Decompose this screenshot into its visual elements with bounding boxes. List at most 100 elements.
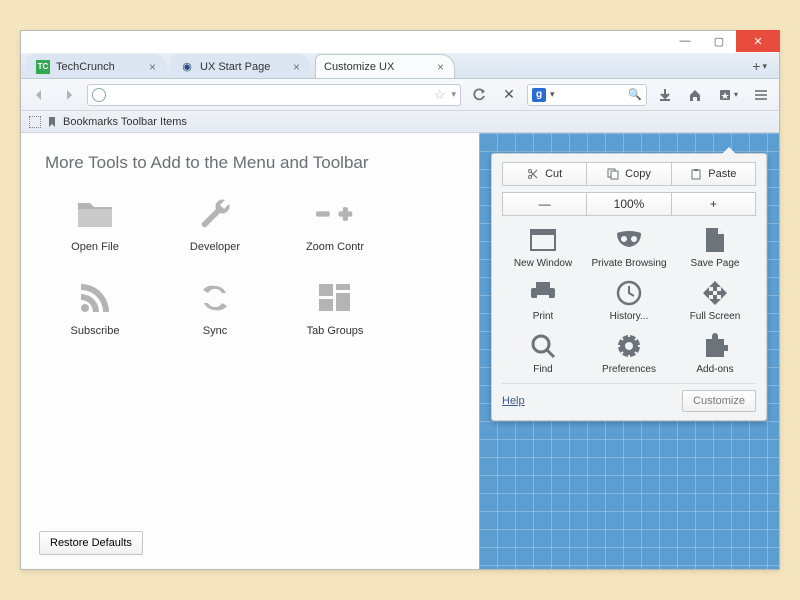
tab-close-icon[interactable]: × <box>437 60 444 74</box>
cut-button[interactable]: Cut <box>502 162 587 186</box>
window-icon <box>529 226 557 254</box>
menu-label: Save Page <box>691 258 740 269</box>
back-button[interactable] <box>27 83 51 107</box>
page-icon <box>701 226 729 254</box>
new-tab-button[interactable]: + ▾ <box>746 54 773 78</box>
printer-icon <box>529 279 557 307</box>
customize-content: More Tools to Add to the Menu and Toolba… <box>21 133 779 569</box>
gear-icon <box>615 332 643 360</box>
menu-panel-target: Cut Copy Paste — 100% + <box>479 133 779 569</box>
tab-label: TechCrunch <box>56 61 115 73</box>
menu-print[interactable]: Print <box>502 279 584 322</box>
url-dropdown-icon[interactable]: ▾ <box>451 89 456 100</box>
browser-window: — ▢ ✕ TC TechCrunch × ◉ UX Start Page × … <box>20 30 780 570</box>
menu-label: Private Browsing <box>591 258 666 269</box>
zoom-controls-icon <box>316 197 354 231</box>
search-icon[interactable]: 🔍 <box>628 88 642 101</box>
tool-label: Tab Groups <box>307 325 364 337</box>
tool-label: Sync <box>203 325 227 337</box>
menu-preferences[interactable]: Preferences <box>588 332 670 375</box>
tab-close-icon[interactable]: × <box>149 60 156 74</box>
zoom-out-button[interactable]: — <box>502 192 587 216</box>
bookmark-star-icon[interactable]: ☆ <box>434 87 446 103</box>
zoom-level-display: 100% <box>587 192 671 216</box>
globe-icon <box>92 88 106 102</box>
menu-new-window[interactable]: New Window <box>502 226 584 269</box>
window-minimize-button[interactable]: — <box>668 31 702 51</box>
stop-button[interactable]: ✕ <box>497 83 521 107</box>
tool-developer[interactable]: Developer <box>165 197 265 253</box>
menu-history[interactable]: History... <box>588 279 670 322</box>
window-close-button[interactable]: ✕ <box>736 30 780 52</box>
tool-open-file[interactable]: Open File <box>45 197 145 253</box>
puzzle-icon <box>701 332 729 360</box>
search-icon <box>529 332 557 360</box>
nav-toolbar: ☆ ▾ ✕ g ▾ 🔍 ▾ <box>21 79 779 111</box>
tab-close-icon[interactable]: × <box>293 60 300 74</box>
tab-customize-ux[interactable]: Customize UX × <box>315 54 455 78</box>
favicon-ux-start: ◉ <box>180 60 194 74</box>
search-engine-icon[interactable]: g <box>532 88 546 102</box>
bookmark-icon <box>47 117 57 127</box>
downloads-button[interactable] <box>653 83 677 107</box>
copy-button[interactable]: Copy <box>587 162 671 186</box>
bookmarks-toolbar[interactable]: Bookmarks Toolbar Items <box>21 111 779 133</box>
scissors-icon <box>527 168 539 180</box>
tab-label: Customize UX <box>324 61 394 73</box>
menu-label: Print <box>533 311 554 322</box>
chevron-down-icon: ▾ <box>734 90 738 99</box>
window-titlebar: — ▢ ✕ <box>21 31 779 53</box>
bookmarks-toolbar-icon <box>29 116 41 128</box>
copy-icon <box>607 168 619 180</box>
tool-zoom-controls[interactable]: Zoom Contr <box>285 197 385 253</box>
bookmarks-menu-button[interactable]: ▾ <box>713 83 743 107</box>
paste-label: Paste <box>708 168 736 180</box>
tab-groups-icon <box>316 281 354 315</box>
menu-label: New Window <box>514 258 572 269</box>
tool-label: Subscribe <box>71 325 120 337</box>
tool-label: Zoom Contr <box>306 241 364 253</box>
plus-icon: + <box>752 58 760 74</box>
tool-label: Open File <box>71 241 119 253</box>
clock-icon <box>615 279 643 307</box>
wrench-icon <box>196 197 234 231</box>
help-link[interactable]: Help <box>502 395 525 407</box>
sync-icon <box>196 281 234 315</box>
customize-button[interactable]: Customize <box>682 390 756 412</box>
tab-techcrunch[interactable]: TC TechCrunch × <box>27 54 167 78</box>
reload-button[interactable] <box>467 83 491 107</box>
tool-label: Developer <box>190 241 240 253</box>
menu-private-browsing[interactable]: Private Browsing <box>588 226 670 269</box>
restore-defaults-button[interactable]: Restore Defaults <box>39 531 143 555</box>
menu-label: History... <box>610 311 649 322</box>
zoom-in-button[interactable]: + <box>672 192 756 216</box>
menu-panel: Cut Copy Paste — 100% + <box>491 153 767 421</box>
menu-save-page[interactable]: Save Page <box>674 226 756 269</box>
tab-strip: TC TechCrunch × ◉ UX Start Page × Custom… <box>21 53 779 79</box>
url-bar[interactable]: ☆ ▾ <box>87 84 461 106</box>
tab-label: UX Start Page <box>200 61 270 73</box>
forward-button[interactable] <box>57 83 81 107</box>
favicon-techcrunch: TC <box>36 60 50 74</box>
tool-sync[interactable]: Sync <box>165 281 265 337</box>
menu-addons[interactable]: Add-ons <box>674 332 756 375</box>
customize-heading: More Tools to Add to the Menu and Toolba… <box>45 153 455 173</box>
hamburger-menu-button[interactable] <box>749 83 773 107</box>
search-bar[interactable]: g ▾ 🔍 <box>527 84 647 106</box>
tab-ux-start-page[interactable]: ◉ UX Start Page × <box>171 54 311 78</box>
menu-find[interactable]: Find <box>502 332 584 375</box>
chevron-down-icon[interactable]: ▾ <box>762 61 767 72</box>
chevron-down-icon[interactable]: ▾ <box>550 89 555 100</box>
paste-button[interactable]: Paste <box>672 162 756 186</box>
window-maximize-button[interactable]: ▢ <box>702 31 736 51</box>
home-button[interactable] <box>683 83 707 107</box>
menu-label: Find <box>533 364 552 375</box>
tool-tab-groups[interactable]: Tab Groups <box>285 281 385 337</box>
menu-label: Add-ons <box>696 364 733 375</box>
menu-label: Full Screen <box>690 311 741 322</box>
tool-subscribe[interactable]: Subscribe <box>45 281 145 337</box>
mask-icon <box>615 226 643 254</box>
menu-label: Preferences <box>602 364 656 375</box>
menu-full-screen[interactable]: Full Screen <box>674 279 756 322</box>
bookmarks-toolbar-label: Bookmarks Toolbar Items <box>63 116 187 128</box>
